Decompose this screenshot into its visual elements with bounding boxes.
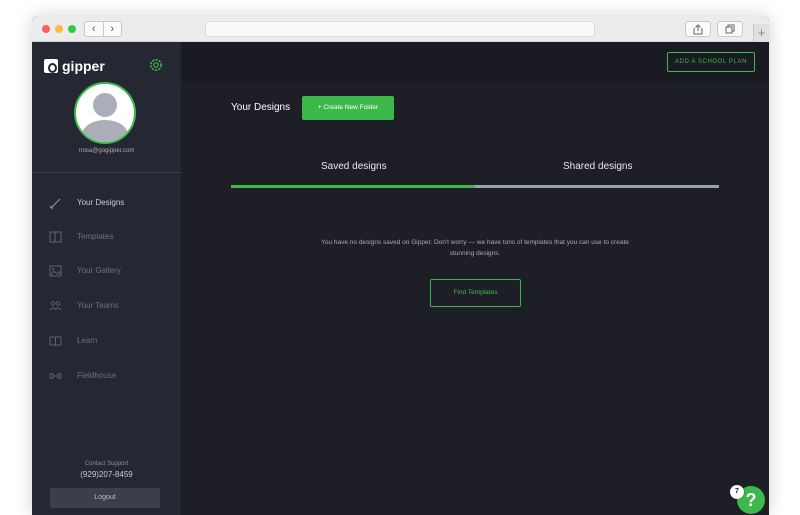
sidebar-item-label: Templates	[77, 232, 114, 241]
browser-nav-buttons: ‹ ›	[84, 21, 122, 37]
logout-button[interactable]: Logout	[50, 488, 160, 508]
maximize-window-button[interactable]	[68, 25, 76, 33]
sidebar-item-learn[interactable]: Learn	[32, 331, 181, 351]
sidebar-item-label: Learn	[77, 336, 98, 345]
sidebar-item-templates[interactable]: Templates	[32, 227, 181, 247]
back-button[interactable]: ‹	[85, 22, 103, 36]
add-school-plan-button[interactable]: ADD A SCHOOL PLAN	[667, 52, 755, 72]
sidebar-divider	[32, 172, 181, 173]
browser-window: ‹ › + gipper rrosa@gogipper.com Your Des…	[32, 16, 769, 515]
gear-icon[interactable]	[148, 57, 164, 73]
sidebar: gipper rrosa@gogipper.com Your Designs T…	[32, 42, 181, 515]
sidebar-item-your-teams[interactable]: Your Teams	[32, 296, 181, 316]
teams-icon	[49, 301, 62, 311]
sidebar-item-your-gallery[interactable]: Your Gallery	[32, 261, 181, 281]
share-icon[interactable]	[685, 21, 711, 37]
tab-shared-designs[interactable]: Shared designs	[563, 161, 633, 172]
contact-support-label: Contact Support	[84, 461, 129, 467]
user-email: rrosa@gogipper.com	[78, 148, 135, 154]
gipper-logo-icon	[44, 59, 58, 73]
tab-active-indicator	[231, 185, 475, 188]
minimize-window-button[interactable]	[55, 25, 63, 33]
page-title: Your Designs	[231, 102, 291, 113]
new-tab-button[interactable]: +	[753, 24, 769, 42]
empty-state-message: You have no designs saved on Gipper. Don…	[321, 239, 629, 257]
sidebar-item-fieldhouse[interactable]: Fieldhouse	[32, 366, 181, 386]
fieldhouse-icon	[49, 373, 62, 379]
avatar-head	[93, 93, 117, 117]
address-bar[interactable]	[205, 21, 595, 37]
brush-icon	[49, 198, 61, 209]
forward-button[interactable]: ›	[102, 22, 122, 36]
logo-text: gipper	[62, 58, 105, 74]
tab-indicator-track	[231, 185, 719, 188]
sidebar-item-label: Your Teams	[77, 301, 119, 310]
gallery-icon	[49, 265, 62, 277]
sidebar-item-label: Your Gallery	[77, 266, 121, 275]
close-window-button[interactable]	[42, 25, 50, 33]
create-new-folder-button[interactable]: + Create New Folder	[302, 96, 394, 120]
tabs-overview-icon[interactable]	[717, 21, 743, 37]
main-content: Your Designs + Create New Folder Saved d…	[181, 84, 769, 515]
avatar[interactable]	[74, 82, 136, 144]
book-icon	[49, 336, 62, 347]
topbar: ADD A SCHOOL PLAN	[181, 42, 769, 84]
support-phone[interactable]: (929)207-8459	[32, 470, 181, 479]
sidebar-item-label: Your Designs	[77, 198, 125, 207]
gipper-logo[interactable]: gipper	[44, 58, 105, 74]
template-icon	[49, 231, 62, 243]
browser-toolbar: ‹ › +	[32, 16, 769, 42]
help-notification-badge: 7	[730, 485, 744, 499]
sidebar-item-your-designs[interactable]: Your Designs	[32, 193, 181, 213]
find-templates-button[interactable]: Find Templates	[430, 279, 521, 307]
tab-saved-designs[interactable]: Saved designs	[321, 161, 387, 172]
sidebar-item-label: Fieldhouse	[77, 371, 117, 380]
avatar-body	[82, 120, 128, 142]
